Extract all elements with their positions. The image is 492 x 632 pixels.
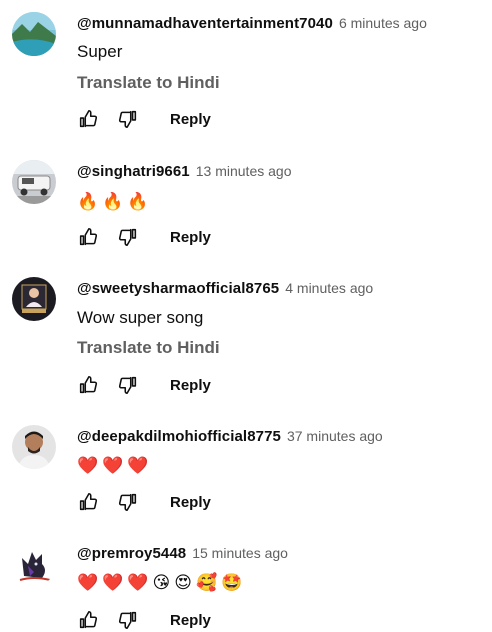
translate-button[interactable]: Translate to Hindi (77, 336, 220, 360)
heart-emoji: ❤️ (127, 573, 149, 593)
reply-button[interactable]: Reply (170, 111, 211, 128)
comment-emojis: 🔥 🔥 🔥 (77, 190, 149, 214)
dislike-button[interactable] (114, 105, 142, 133)
comment-time[interactable]: 4 minutes ago (285, 280, 373, 296)
heart-emoji: ❤️ (127, 456, 149, 476)
comment-emojis: ❤️ ❤️ ❤️ 😘 😍 🥰 🤩 (77, 571, 242, 595)
reply-button[interactable]: Reply (170, 377, 211, 394)
avatar[interactable] (12, 12, 56, 56)
comment-emojis: ❤️ ❤️ ❤️ (77, 454, 149, 478)
fire-emoji: 🔥 (127, 192, 149, 212)
heart-eyes-emoji: 😍 (174, 573, 192, 593)
dislike-button[interactable] (114, 223, 142, 251)
reply-button[interactable]: Reply (170, 494, 211, 511)
comment-author[interactable]: @singhatri9661 (77, 163, 190, 180)
comment-time[interactable]: 13 minutes ago (196, 163, 292, 179)
reply-button[interactable]: Reply (170, 612, 211, 629)
wolf-avatar-icon (12, 542, 56, 586)
thumbs-down-icon (118, 228, 137, 247)
fire-emoji: 🔥 (77, 192, 99, 212)
landscape-avatar-icon (12, 12, 56, 56)
comment-header: @deepakdilmohiofficial8775 37 minutes ago (77, 425, 383, 448)
thumbs-down-icon (118, 376, 137, 395)
translate-button[interactable]: Translate to Hindi (77, 71, 220, 95)
comment-header: @munnamadhaventertainment7040 6 minutes a… (77, 12, 427, 35)
fire-emoji: 🔥 (102, 192, 124, 212)
comment-actions: Reply (74, 105, 211, 133)
comment-actions: Reply (74, 488, 211, 516)
comment-actions: Reply (74, 371, 211, 399)
car-avatar-icon (12, 160, 56, 204)
comment-text: Wow super song (77, 308, 204, 327)
like-button[interactable] (74, 371, 102, 399)
like-button[interactable] (74, 488, 102, 516)
comment-author[interactable]: @deepakdilmohiofficial8775 (77, 428, 281, 445)
thumbs-up-icon (79, 109, 98, 128)
thumbs-up-icon (79, 492, 98, 511)
heart-emoji: ❤️ (77, 456, 99, 476)
thumbs-up-icon (79, 610, 98, 629)
thumbs-down-icon (118, 611, 137, 630)
thumbs-down-icon (118, 110, 137, 129)
comment-text: Super (77, 42, 123, 61)
comment-header: @premroy5448 15 minutes ago (77, 542, 288, 565)
avatar[interactable] (12, 425, 56, 469)
thumbs-down-icon (118, 493, 137, 512)
like-button[interactable] (74, 606, 102, 632)
comment-actions: Reply (74, 223, 211, 251)
thumbs-up-icon (79, 227, 98, 246)
comments-list: @munnamadhaventertainment7040 6 minutes a… (0, 0, 492, 632)
man-portrait-avatar-icon (12, 425, 56, 469)
smiling-hearts-emoji: 🥰 (195, 573, 218, 593)
like-button[interactable] (74, 105, 102, 133)
like-button[interactable] (74, 223, 102, 251)
comment-author[interactable]: @premroy5448 (77, 545, 186, 562)
kissing-face-emoji: 😘 (152, 573, 171, 593)
thumbs-up-icon (79, 375, 98, 394)
profile-badge-avatar-icon (12, 277, 56, 321)
comment-actions: Reply (74, 606, 211, 632)
comment-header: @singhatri9661 13 minutes ago (77, 160, 291, 183)
star-struck-emoji: 🤩 (221, 573, 243, 593)
avatar[interactable] (12, 542, 56, 586)
comment-author[interactable]: @munnamadhaventertainment7040 (77, 15, 333, 32)
reply-button[interactable]: Reply (170, 229, 211, 246)
comment-author[interactable]: @sweetysharmaofficial8765 (77, 280, 279, 297)
dislike-button[interactable] (114, 371, 142, 399)
heart-emoji: ❤️ (77, 573, 99, 593)
comment-time[interactable]: 6 minutes ago (339, 15, 427, 31)
heart-emoji: ❤️ (102, 573, 124, 593)
comment-time[interactable]: 15 minutes ago (192, 545, 288, 561)
avatar[interactable] (12, 277, 56, 321)
dislike-button[interactable] (114, 488, 142, 516)
avatar[interactable] (12, 160, 56, 204)
dislike-button[interactable] (114, 606, 142, 632)
comment-time[interactable]: 37 minutes ago (287, 428, 383, 444)
comment-header: @sweetysharmaofficial8765 4 minutes ago (77, 277, 373, 300)
heart-emoji: ❤️ (102, 456, 124, 476)
